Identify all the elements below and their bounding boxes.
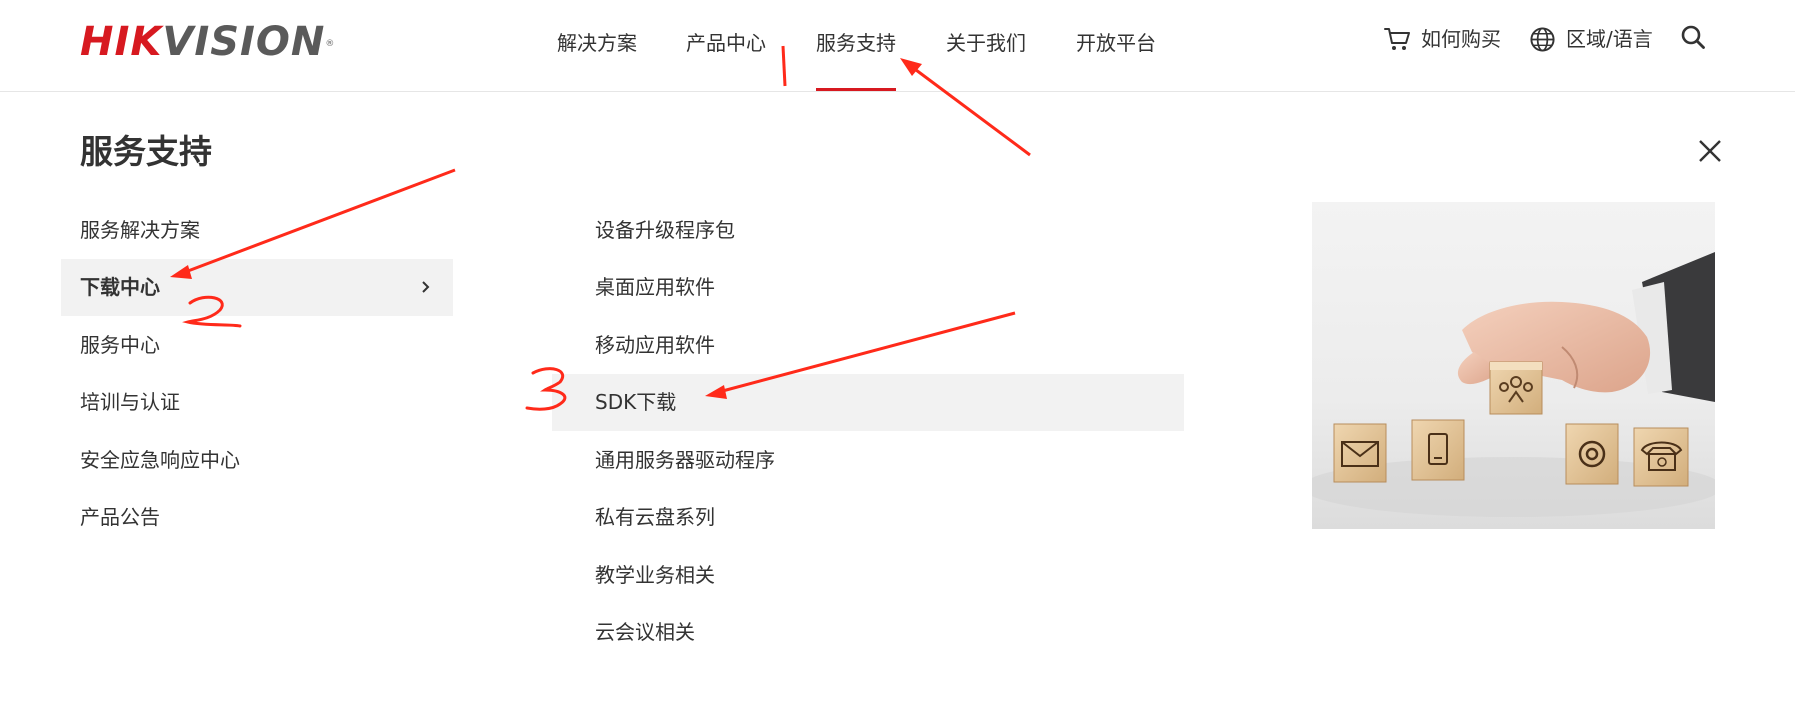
left-menu-service-solutions[interactable]: 服务解决方案 (61, 202, 453, 259)
region-language-link[interactable]: 区域/语言 (1529, 24, 1653, 54)
left-menu-security-response-center[interactable]: 安全应急响应中心 (61, 432, 453, 489)
left-menu-product-announcements[interactable]: 产品公告 (61, 489, 453, 546)
sub-menu-label: 教学业务相关 (595, 563, 715, 587)
left-menu-training-certification[interactable]: 培训与认证 (61, 374, 453, 431)
left-menu-label: 产品公告 (80, 505, 160, 529)
nav-solutions[interactable]: 解决方案 (557, 28, 637, 58)
chevron-right-icon (421, 277, 431, 302)
nav-products[interactable]: 产品中心 (686, 28, 766, 58)
sub-menu-cloud-meeting[interactable]: 云会议相关 (552, 604, 1184, 661)
cart-icon (1383, 25, 1411, 53)
nav-about-us[interactable]: 关于我们 (946, 28, 1026, 58)
sub-menu-label: 桌面应用软件 (595, 275, 715, 299)
globe-icon (1529, 26, 1556, 53)
left-menu-label: 服务中心 (80, 333, 160, 357)
how-to-buy-label: 如何购买 (1421, 27, 1501, 51)
service-illustration (1312, 202, 1715, 529)
sub-menu-label: SDK下载 (595, 390, 677, 414)
left-menu-label: 培训与认证 (80, 390, 180, 414)
nav-service-support[interactable]: 服务支持 (816, 28, 896, 91)
left-menu-label: 安全应急响应中心 (80, 448, 240, 472)
sub-menu-mobile-software[interactable]: 移动应用软件 (552, 317, 1184, 374)
sub-menu-sdk-download[interactable]: SDK下载 (552, 374, 1184, 431)
sub-menu-server-drivers[interactable]: 通用服务器驱动程序 (552, 432, 1184, 489)
how-to-buy-link[interactable]: 如何购买 (1383, 24, 1501, 54)
sub-menu-private-cloud[interactable]: 私有云盘系列 (552, 489, 1184, 546)
logo-text-red: HIK (80, 19, 163, 65)
sub-menu-label: 通用服务器驱动程序 (595, 448, 775, 472)
sub-menu-education[interactable]: 教学业务相关 (552, 547, 1184, 604)
site-header: HIKVISION ® 解决方案 产品中心 服务支持 关于我们 开放平台 如何购买… (0, 0, 1795, 92)
sub-menu-label: 私有云盘系列 (595, 505, 715, 529)
left-menu-service-center[interactable]: 服务中心 (61, 317, 453, 374)
search-button[interactable] (1680, 24, 1706, 50)
close-icon (1695, 136, 1725, 166)
left-menu-download-center[interactable]: 下载中心 (61, 259, 453, 316)
close-button[interactable] (1695, 136, 1725, 166)
region-language-label: 区域/语言 (1566, 27, 1653, 51)
sub-menu-label: 移动应用软件 (595, 333, 715, 357)
sub-menu-label: 云会议相关 (595, 620, 695, 644)
sub-menu-label: 设备升级程序包 (595, 218, 735, 242)
sub-menu-firmware-packages[interactable]: 设备升级程序包 (552, 202, 1184, 259)
sub-menu-desktop-software[interactable]: 桌面应用软件 (552, 259, 1184, 316)
registered-mark: ® (325, 39, 336, 49)
hikvision-logo[interactable]: HIKVISION ® (80, 18, 334, 66)
left-menu-label: 服务解决方案 (80, 218, 200, 242)
panel-title: 服务支持 (80, 132, 212, 171)
nav-open-platform[interactable]: 开放平台 (1076, 28, 1156, 58)
logo-text-grey: VISION (162, 19, 326, 65)
left-menu-label: 下载中心 (80, 275, 160, 299)
search-icon (1680, 24, 1706, 50)
